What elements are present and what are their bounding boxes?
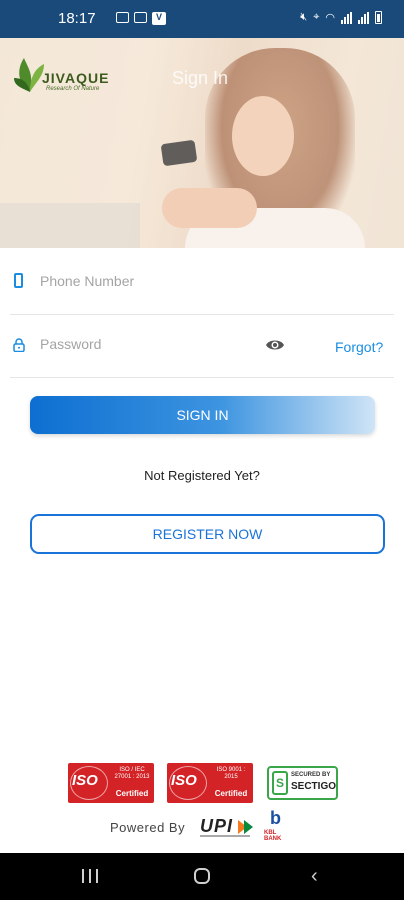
phone-number-field[interactable]: Phone Number xyxy=(0,253,404,315)
kbl-logo-text: KBL BANK xyxy=(264,830,282,842)
back-button[interactable]: ‹ xyxy=(311,866,318,886)
lock-icon xyxy=(13,338,25,352)
field-divider xyxy=(10,377,394,378)
register-now-button[interactable]: REGISTER NOW xyxy=(30,514,385,554)
signal-icon xyxy=(341,11,352,24)
v-app-icon: V xyxy=(152,12,166,25)
status-bar: 18:17 V 🔇︎ ⌖ ◠ xyxy=(0,0,404,38)
header-banner: JIVAQUE Research Of Nature Sign In xyxy=(0,38,404,248)
wifi-icon: ◠ xyxy=(325,12,335,24)
forgot-password-link[interactable]: Forgot? xyxy=(335,339,383,355)
phone-number-placeholder: Phone Number xyxy=(40,273,135,289)
page-title: Sign In xyxy=(172,68,229,88)
sectigo-badge: S SECURED BY SECTIGO xyxy=(267,766,338,800)
status-time: 18:17 xyxy=(58,10,96,27)
iso-badge-certified: Certified xyxy=(115,789,149,798)
location-icon: ⌖ xyxy=(313,11,320,23)
logo-tagline: Research Of Nature xyxy=(46,86,100,92)
mute-icon: 🔇︎ xyxy=(300,11,308,23)
iso-badge-standard: ISO / IEC 27001 : 2013 xyxy=(114,767,150,780)
upi-logo-text: UPI xyxy=(200,816,234,836)
field-divider xyxy=(10,314,394,315)
password-field[interactable]: Password Forgot? xyxy=(0,316,404,378)
iso-badge-standard: ISO 9001 : 2015 xyxy=(216,767,246,780)
kbl-bank-logo: b KBL BANK xyxy=(264,808,294,842)
sectigo-shield-icon: S xyxy=(272,771,288,795)
powered-by-text: Powered By xyxy=(110,820,186,835)
iso-badge-certified: Certified xyxy=(214,789,248,798)
eye-icon[interactable] xyxy=(265,338,285,352)
home-button[interactable] xyxy=(194,868,210,884)
sectigo-secured-by: SECURED BY xyxy=(291,772,331,778)
gallery-icon xyxy=(116,12,129,23)
password-placeholder: Password xyxy=(40,336,102,352)
iso-badge-label: ISO xyxy=(171,772,197,789)
sectigo-name: SECTIGO xyxy=(291,781,337,792)
iso-27001-badge: ISO ISO / IEC 27001 : 2013 Certified xyxy=(68,763,154,803)
kbl-logo-letter: b xyxy=(270,808,281,828)
system-navigation-bar: ‹ xyxy=(0,853,404,900)
brand-logo: JIVAQUE Research Of Nature xyxy=(14,54,119,99)
phone-icon xyxy=(14,273,23,288)
logo-brand-text: JIVAQUE xyxy=(42,70,110,86)
iso-badge-label: ISO xyxy=(72,772,98,789)
signal-icon-2 xyxy=(358,11,369,24)
upi-logo: UPI xyxy=(200,816,253,838)
notification-icons: V xyxy=(116,12,166,25)
recent-apps-button[interactable] xyxy=(82,869,98,883)
not-registered-text: Not Registered Yet? xyxy=(144,468,260,483)
iso-9001-badge: ISO ISO 9001 : 2015 Certified xyxy=(167,763,253,803)
sign-in-button[interactable]: SIGN IN xyxy=(30,396,375,434)
battery-icon xyxy=(375,11,382,24)
system-icons: 🔇︎ ⌖ ◠ xyxy=(300,11,382,24)
monitor-icon xyxy=(134,12,147,23)
